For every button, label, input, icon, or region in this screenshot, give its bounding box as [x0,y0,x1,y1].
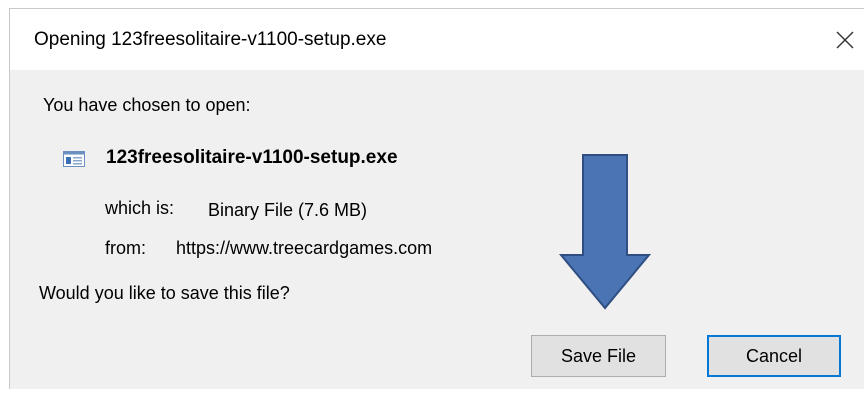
file-name: 123freesolitaire-v1100-setup.exe [106,147,398,168]
save-file-button[interactable]: Save File [531,335,666,377]
cancel-button[interactable]: Cancel [707,335,841,377]
close-icon [836,31,854,49]
dialog-title: Opening 123freesolitaire-v1100-setup.exe [34,29,387,50]
file-type-value: Binary File (7.6 MB) [208,200,368,220]
close-button[interactable] [824,19,864,59]
screenshot-stage: Opening 123freesolitaire-v1100-setup.exe… [0,0,864,397]
source-url: https://www.treecardgames.com [176,238,433,258]
file-type-label: which is: [105,198,175,218]
save-question: Would you like to save this file? [39,283,290,303]
intro-text: You have chosen to open: [43,95,251,115]
file-open-dialog: Opening 123freesolitaire-v1100-setup.exe… [9,8,864,389]
dialog-titlebar: Opening 123freesolitaire-v1100-setup.exe [10,9,864,70]
source-label: from: [105,238,147,258]
down-arrow-icon [559,154,651,310]
executable-file-icon [63,151,85,167]
